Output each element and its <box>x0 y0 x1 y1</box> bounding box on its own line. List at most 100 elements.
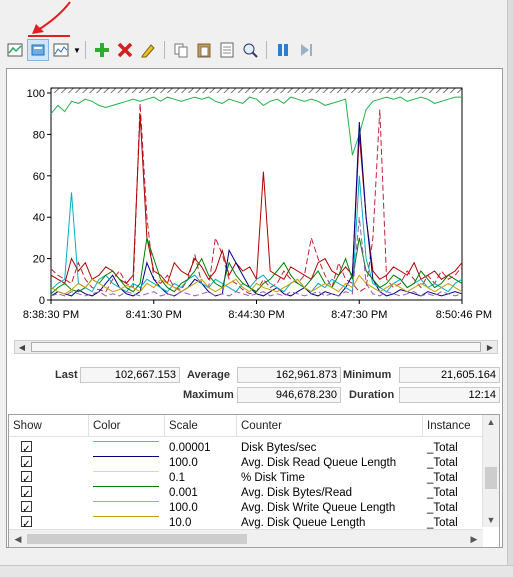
chevron-right-icon: ▶ <box>486 342 494 352</box>
show-checkbox[interactable]: ✓ <box>21 441 32 455</box>
y-tick-label: 60 <box>33 171 45 183</box>
column-header-instance[interactable]: Instance <box>423 415 483 437</box>
counter-name: Avg. Disk Read Queue Length <box>241 457 397 469</box>
log-data-icon <box>31 44 45 56</box>
horizontal-scroll-thumb[interactable] <box>27 534 247 544</box>
time-scroll-right-arrow[interactable]: ▶ <box>483 341 497 353</box>
color-swatch <box>93 501 159 502</box>
counter-row[interactable]: ✓ 0.00001 Disk Bytes/sec _Total <box>9 441 483 456</box>
chevron-down-icon: ▼ <box>73 45 81 55</box>
time-scroll-thumb[interactable] <box>31 342 481 352</box>
minimum-label: Minimum <box>343 369 392 381</box>
scroll-right-arrow[interactable]: ▶ <box>467 532 481 546</box>
series-line-2 <box>50 113 463 285</box>
copy-properties-button[interactable] <box>170 39 192 61</box>
instance-name: _Total <box>427 457 458 469</box>
y-tick-label: 80 <box>33 129 45 141</box>
scroll-left-arrow[interactable]: ◀ <box>11 532 25 546</box>
graph-type-dropdown[interactable]: ▼ <box>73 39 81 61</box>
window-right-edge <box>507 0 513 577</box>
update-data-button[interactable] <box>295 39 317 61</box>
x-tick-label: 8:47:30 PM <box>331 309 387 321</box>
freeze-display-button[interactable] <box>272 39 294 61</box>
counter-list-vertical-scrollbar[interactable]: ▲ ▼ <box>482 415 499 527</box>
counter-row[interactable]: ✓ 0.1 % Disk Time _Total <box>9 471 483 486</box>
zoom-button[interactable] <box>239 39 261 61</box>
view-current-activity-button[interactable] <box>4 39 26 61</box>
counter-name: % Disk Time <box>241 472 305 484</box>
zoom-icon <box>243 43 258 58</box>
counter-list-rows: ✓ 0.00001 Disk Bytes/sec _Total ✓ 100.0 … <box>9 441 483 531</box>
delete-counter-button[interactable] <box>114 39 136 61</box>
toolbar-separator <box>266 41 267 59</box>
time-scroll-left-arrow[interactable]: ◀ <box>15 341 29 353</box>
properties-button[interactable] <box>216 39 238 61</box>
maximum-label: Maximum <box>183 389 234 401</box>
maximum-value: 946,678.230 <box>237 387 341 403</box>
delete-icon <box>117 42 133 58</box>
show-checkbox[interactable]: ✓ <box>21 486 32 500</box>
color-swatch <box>93 516 159 517</box>
color-swatch <box>93 471 159 472</box>
last-value: 102,667.153 <box>80 367 180 383</box>
show-checkbox[interactable]: ✓ <box>21 516 32 530</box>
column-header-counter[interactable]: Counter <box>237 415 423 437</box>
show-checkbox[interactable]: ✓ <box>21 471 32 485</box>
time-range-scrollbar[interactable]: ◀ ▶ <box>14 340 498 354</box>
highlight-icon <box>141 44 155 58</box>
show-checkbox[interactable]: ✓ <box>21 501 32 515</box>
performance-chart: 100 80 60 40 20 0 8:38:30 PM 8:41:30 PM 8:44:30… <box>23 87 492 321</box>
scale-value: 100.0 <box>169 502 198 514</box>
instance-name: _Total <box>427 502 458 514</box>
scroll-up-arrow[interactable]: ▲ <box>483 415 499 429</box>
chevron-left-icon: ◀ <box>18 342 26 352</box>
average-value: 162,961.873 <box>237 367 341 383</box>
series-line-1 <box>50 103 463 295</box>
paste-counter-list-button[interactable] <box>193 39 215 61</box>
highlight-button[interactable] <box>137 39 159 61</box>
x-tick-label: 8:38:30 PM <box>23 309 79 321</box>
x-tick-label: 8:44:30 PM <box>228 309 284 321</box>
pause-icon <box>278 44 288 56</box>
plot-area <box>50 87 463 301</box>
column-header-show[interactable]: Show <box>9 415 89 437</box>
vertical-scroll-thumb[interactable] <box>485 467 497 489</box>
add-counter-button[interactable] <box>91 39 113 61</box>
series-line-0 <box>50 96 462 156</box>
annotation-arrow <box>28 1 71 37</box>
y-tick-label: 0 <box>39 295 45 307</box>
show-checkbox[interactable]: ✓ <box>21 456 32 470</box>
series-line-5 <box>50 237 463 295</box>
counter-legend-list: Show Color Scale Counter Instance ✓ 0.00… <box>8 414 500 548</box>
duration-value: 12:14 <box>399 387 500 403</box>
counter-row[interactable]: ✓ 100.0 Avg. Disk Read Queue Length _Tot… <box>9 456 483 471</box>
counter-list-horizontal-scrollbar[interactable]: ◀ ▶ <box>9 529 483 547</box>
paste-icon <box>197 43 211 58</box>
instance-name: _Total <box>427 442 458 454</box>
counter-row[interactable]: ✓ 0.001 Avg. Disk Bytes/Read _Total <box>9 486 483 501</box>
color-swatch <box>93 486 159 487</box>
current-activity-icon <box>7 43 23 57</box>
last-label: Last <box>55 369 78 381</box>
duration-label: Duration <box>349 389 395 401</box>
instance-name: _Total <box>427 487 458 499</box>
counter-name: Avg. Disk Write Queue Length <box>241 502 396 514</box>
y-tick-label: 20 <box>33 254 45 266</box>
toolbar: ▼ <box>2 36 510 64</box>
toolbar-separator <box>85 41 86 59</box>
change-graph-type-button[interactable] <box>50 39 72 61</box>
scroll-down-arrow[interactable]: ▼ <box>483 513 499 527</box>
properties-icon <box>220 42 234 58</box>
chart-limit-hatch <box>51 88 462 93</box>
column-header-scale[interactable]: Scale <box>165 415 237 437</box>
chevron-up-icon: ▲ <box>486 417 496 427</box>
x-tick-label: 8:41:30 PM <box>126 309 182 321</box>
counter-list-header: Show Color Scale Counter Instance <box>9 415 483 437</box>
statistics-bar: Last 102,667.153 Average 162,961.873 Min… <box>7 367 504 407</box>
column-header-color[interactable]: Color <box>89 415 165 437</box>
chevron-left-icon: ◀ <box>14 533 22 544</box>
scale-value: 0.1 <box>169 472 185 484</box>
y-tick-label: 40 <box>33 212 45 224</box>
counter-row[interactable]: ✓ 100.0 Avg. Disk Write Queue Length _To… <box>9 501 483 516</box>
view-log-data-button[interactable] <box>27 39 49 61</box>
